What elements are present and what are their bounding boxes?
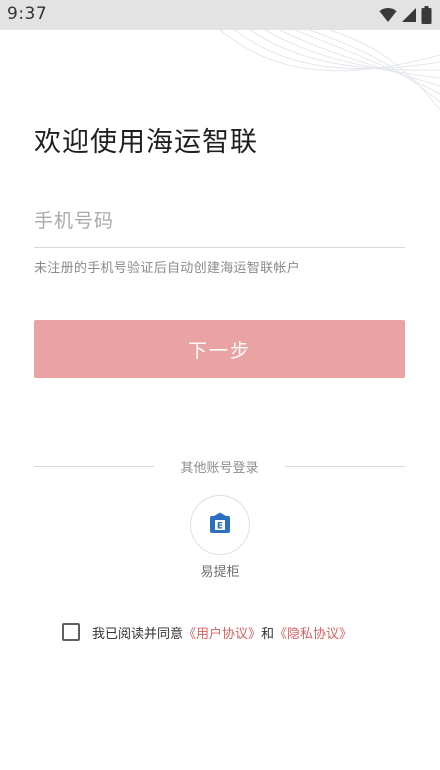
- phone-number-input[interactable]: [34, 197, 405, 245]
- status-time: 9:37: [7, 4, 48, 24]
- wifi-icon: [379, 7, 397, 23]
- agreement-checkbox[interactable]: [62, 623, 80, 641]
- status-bar: 9:37: [0, 0, 440, 30]
- yitigui-label: 易提柜: [200, 565, 240, 580]
- user-agreement-link[interactable]: 《用户协议》: [183, 623, 261, 642]
- svg-text:E: E: [217, 522, 223, 532]
- divider-right: [285, 466, 405, 467]
- agreement-row: 我已阅读并同意 《用户协议》 和 《隐私协议》: [62, 621, 352, 643]
- register-hint: 未注册的手机号验证后自动创建海运智联帐户: [34, 261, 301, 276]
- wave-decoration: [219, 30, 440, 111]
- battery-icon: [421, 6, 432, 24]
- privacy-policy-link[interactable]: 《隐私协议》: [274, 623, 352, 642]
- other-login-label: 其他账号登录: [180, 461, 259, 476]
- status-icons: [379, 6, 432, 24]
- next-step-button[interactable]: 下一步: [34, 320, 405, 378]
- yitigui-login-button[interactable]: E: [190, 495, 250, 555]
- page-title: 欢迎使用海运智联: [34, 127, 258, 158]
- agreement-prefix: 我已阅读并同意: [92, 626, 184, 642]
- input-underline: [34, 247, 405, 248]
- agreement-joiner: 和: [261, 626, 275, 642]
- signal-icon: [401, 7, 417, 23]
- yitigui-icon: E: [208, 511, 232, 539]
- divider-left: [34, 466, 154, 467]
